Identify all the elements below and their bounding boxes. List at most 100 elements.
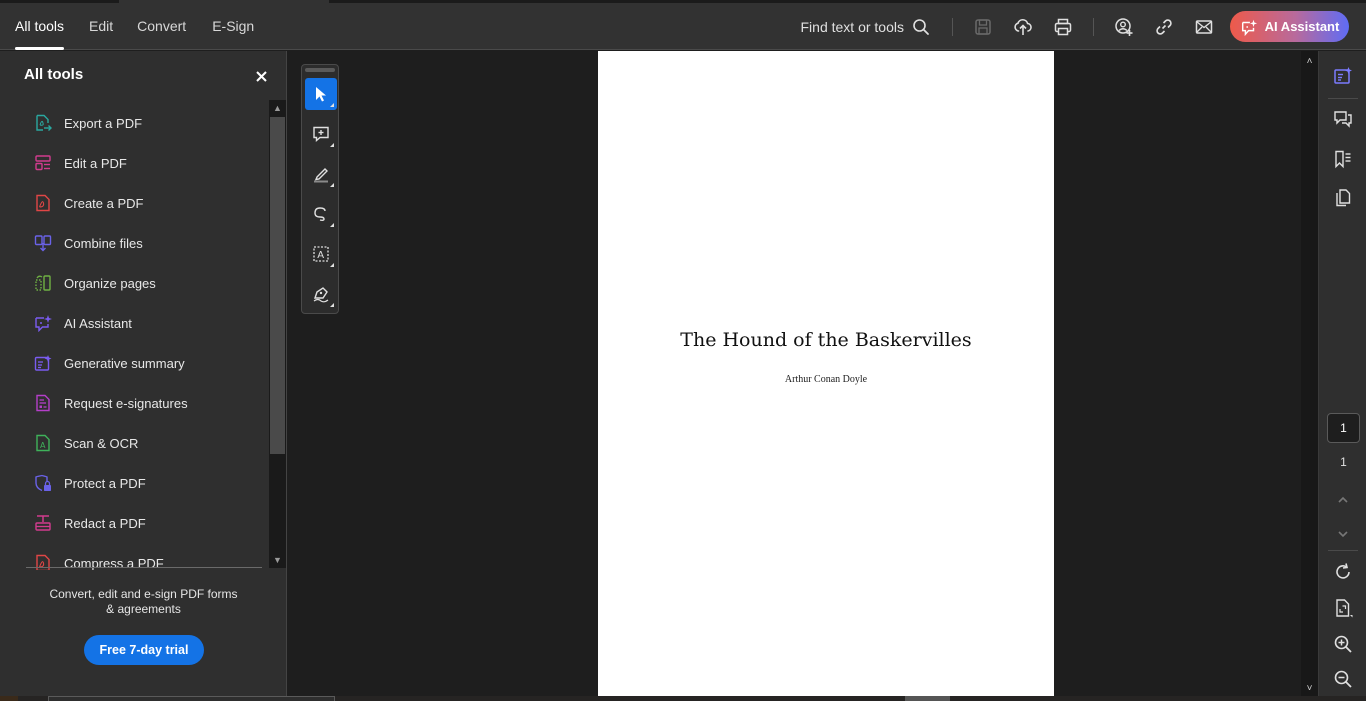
tool-export-pdf[interactable]: Export a PDF xyxy=(0,103,262,143)
highlighter-icon xyxy=(314,168,328,183)
zoom-out-icon xyxy=(1334,670,1352,688)
header-divider xyxy=(1093,17,1094,36)
list-divider xyxy=(26,567,262,568)
share-user-icon xyxy=(1115,17,1133,36)
tool-protect-pdf[interactable]: Protect a PDF xyxy=(0,463,262,503)
scroll-down-arrow[interactable]: ▼ xyxy=(269,552,286,568)
tool-label: Export a PDF xyxy=(64,115,143,131)
scrollbar-thumb[interactable] xyxy=(270,117,285,454)
scroll-down-arrow[interactable]: ˅ xyxy=(1301,680,1318,696)
total-pages: 1 xyxy=(1340,455,1347,469)
tool-edit-pdf[interactable]: Edit a PDF xyxy=(0,143,262,183)
protect-pdf-icon xyxy=(34,474,52,492)
copy-link-button[interactable] xyxy=(1144,7,1184,47)
document-title: The Hound of the Baskervilles xyxy=(680,329,972,351)
page-thumbnails-button[interactable] xyxy=(1331,186,1355,210)
combine-files-icon xyxy=(34,234,52,252)
select-tool-button[interactable] xyxy=(305,78,337,110)
tool-label: Scan & OCR xyxy=(64,435,139,451)
bottom-strip-segment xyxy=(0,696,18,701)
text-recognition-button[interactable]: A xyxy=(305,238,337,270)
ai-assistant-icon xyxy=(34,314,52,332)
next-page-button[interactable] xyxy=(1331,522,1355,546)
chevron-up-icon xyxy=(1338,496,1348,503)
current-page-input[interactable]: 1 xyxy=(1327,413,1360,443)
pdf-page[interactable]: The Hound of the Baskervilles Arthur Con… xyxy=(598,51,1054,696)
previous-page-button[interactable] xyxy=(1331,488,1355,512)
horizontal-scroll-thumb[interactable] xyxy=(905,696,950,701)
email-button[interactable] xyxy=(1184,7,1224,47)
email-icon xyxy=(1195,19,1213,34)
save-icon xyxy=(975,18,991,35)
zoom-in-button[interactable] xyxy=(1331,632,1355,656)
generative-summary-button[interactable] xyxy=(1331,64,1355,88)
tool-label: Redact a PDF xyxy=(64,515,146,531)
cloud-upload-icon xyxy=(1014,18,1032,35)
acrobat-app: All tools Edit Convert E-Sign Find text … xyxy=(0,0,1366,701)
tools-list: Export a PDF Edit a PDF Create a PDF Com… xyxy=(0,103,262,570)
add-comment-button[interactable] xyxy=(305,118,337,150)
tab-esign[interactable]: E-Sign xyxy=(200,3,269,50)
find-text-or-tools-button[interactable]: Find text or tools xyxy=(801,18,931,36)
document-viewer: A The Hound of the Baskervilles Arthur C… xyxy=(288,51,1318,696)
freehand-draw-icon xyxy=(314,207,326,222)
tool-label: Organize pages xyxy=(64,275,156,291)
fit-page-icon xyxy=(1336,599,1353,618)
chevron-down-icon xyxy=(1338,531,1348,538)
highlight-button[interactable] xyxy=(305,158,337,190)
tools-scrollbar[interactable]: ▲ ▼ xyxy=(269,100,286,568)
zoom-in-icon xyxy=(1334,635,1352,653)
all-tools-panel: All tools Export a PDF Edit a PDF Create… xyxy=(0,51,287,696)
tab-convert[interactable]: Convert xyxy=(123,3,200,50)
upload-button[interactable] xyxy=(1003,7,1043,47)
tool-scan-ocr[interactable]: A Scan & OCR xyxy=(0,423,262,463)
document-scrollbar[interactable]: ˄ ˅ xyxy=(1301,51,1318,696)
tab-edit[interactable]: Edit xyxy=(79,3,123,50)
tool-ai-assistant[interactable]: AI Assistant xyxy=(0,303,262,343)
cursor-icon xyxy=(316,87,326,102)
zoom-out-button[interactable] xyxy=(1331,667,1355,691)
scroll-up-arrow[interactable]: ▲ xyxy=(269,100,286,116)
close-icon xyxy=(255,70,267,82)
close-panel-button[interactable] xyxy=(253,68,269,84)
tool-organize-pages[interactable]: Organize pages xyxy=(0,263,262,303)
bookmarks-button[interactable] xyxy=(1331,147,1355,171)
toolbar-grip[interactable] xyxy=(305,68,335,72)
text-box-icon: A xyxy=(313,246,329,262)
ai-assistant-label: AI Assistant xyxy=(1264,19,1340,34)
rail-divider xyxy=(1328,550,1358,551)
scroll-up-arrow[interactable]: ˄ xyxy=(1301,53,1318,69)
find-label: Find text or tools xyxy=(800,18,905,35)
fit-page-button[interactable] xyxy=(1331,596,1355,620)
svg-text:A: A xyxy=(317,250,324,261)
tool-redact-pdf[interactable]: Redact a PDF xyxy=(0,503,262,543)
rotate-button[interactable] xyxy=(1331,560,1355,584)
scan-ocr-icon: A xyxy=(34,434,52,452)
draw-button[interactable] xyxy=(305,198,337,230)
tool-label: Request e-signatures xyxy=(64,395,188,411)
comments-button[interactable] xyxy=(1331,107,1355,131)
edit-pdf-icon xyxy=(34,154,52,172)
sign-button[interactable] xyxy=(305,278,337,310)
generative-summary-icon xyxy=(34,354,52,372)
link-icon xyxy=(1156,18,1172,35)
promo-text: Convert, edit and e-sign PDF forms & agr… xyxy=(49,587,238,616)
bottom-strip xyxy=(0,696,1366,701)
save-button[interactable] xyxy=(963,7,1003,47)
tool-create-pdf[interactable]: Create a PDF xyxy=(0,183,262,223)
tool-label: Create a PDF xyxy=(64,195,144,211)
share-button[interactable] xyxy=(1104,7,1144,47)
tab-all-tools[interactable]: All tools xyxy=(0,3,79,50)
print-button[interactable] xyxy=(1043,7,1083,47)
tool-compress-pdf[interactable]: Compress a PDF xyxy=(0,543,262,570)
tool-request-esignatures[interactable]: Request e-signatures xyxy=(0,383,262,423)
print-icon xyxy=(1054,18,1072,35)
tool-generative-summary[interactable]: Generative summary xyxy=(0,343,262,383)
ai-assistant-icon xyxy=(1241,19,1257,36)
free-trial-button[interactable]: Free 7-day trial xyxy=(84,635,204,665)
tool-label: Edit a PDF xyxy=(64,155,127,171)
ai-assistant-button[interactable]: AI Assistant xyxy=(1230,11,1349,42)
tool-combine-files[interactable]: Combine files xyxy=(0,223,262,263)
request-esignatures-icon xyxy=(34,394,52,412)
comments-icon xyxy=(1334,111,1352,128)
